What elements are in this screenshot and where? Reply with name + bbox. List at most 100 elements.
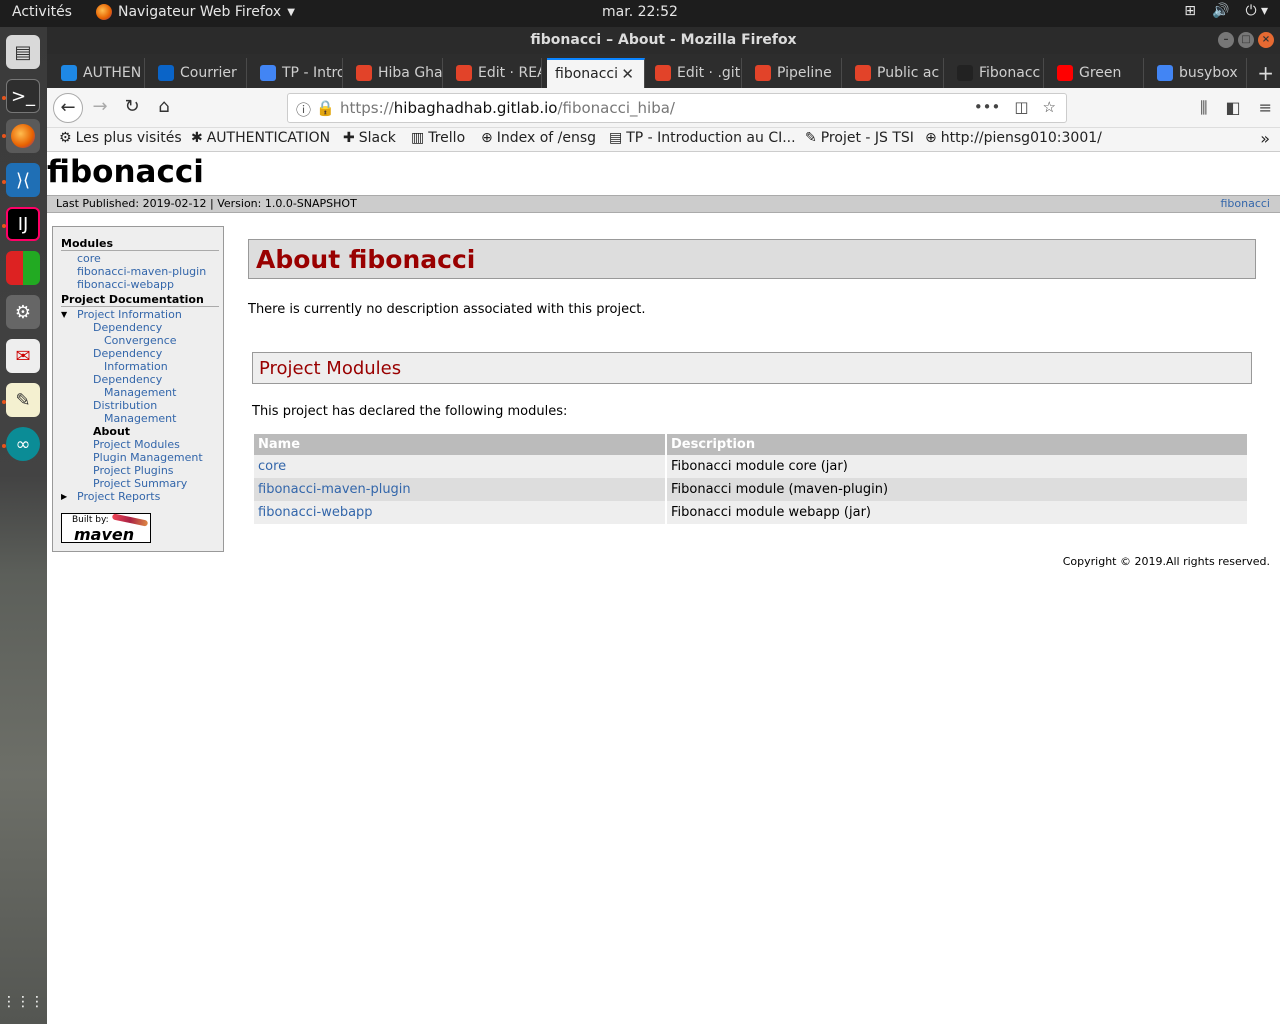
info-icon[interactable]: ⓘ — [296, 99, 311, 120]
bookmark-8[interactable]: ⊕ http://piensg010:3001/ — [925, 130, 1102, 146]
bookmark-4[interactable]: ▥ Trello — [411, 130, 465, 146]
tab-11[interactable]: Green — [1049, 58, 1144, 88]
module-link[interactable]: core — [254, 455, 665, 478]
close-tab-icon[interactable]: ✕ — [621, 65, 634, 83]
built-by-maven-logo[interactable]: Built by: maven — [61, 513, 151, 544]
apps-grid-icon[interactable]: ⋮⋮⋮ — [2, 985, 44, 1019]
module-description: Fibonacci module (maven-plugin) — [667, 478, 1247, 501]
nav-item[interactable]: Dependency — [93, 373, 162, 386]
bookmark-label: Les plus visités — [75, 130, 182, 146]
new-tab-button[interactable]: + — [1257, 61, 1274, 85]
nav-item[interactable]: Management — [104, 386, 176, 399]
nav-item: About — [93, 425, 131, 438]
page-actions-icon[interactable]: ••• — [974, 98, 1001, 116]
bookmark-6[interactable]: ▤ TP - Introduction au CI... — [609, 130, 796, 146]
left-navigation: Modules core fibonacci-maven-plugin fibona… — [52, 226, 224, 552]
nav-module-fibonacci-maven-plugin[interactable]: fibonacci-maven-plugin — [77, 265, 206, 278]
url-bar[interactable]: ⓘ 🔒 https://hibaghadhab.gitlab.io/fibona… — [287, 93, 1067, 123]
tab-label: Courrier — [180, 65, 237, 81]
tab-8[interactable]: Pipeline — [747, 58, 842, 88]
pocket-icon[interactable]: ◫ — [1014, 98, 1028, 116]
intellij-icon[interactable]: IJ — [6, 207, 40, 241]
nav-item[interactable]: Dependency — [93, 321, 162, 334]
close-icon[interactable]: × — [1258, 32, 1274, 48]
tab-10[interactable]: Fibonacc — [949, 58, 1044, 88]
publish-bar: Last Published: 2019-02-12 | Version: 1.… — [47, 195, 1280, 213]
menu-icon[interactable]: ≡ — [1259, 98, 1272, 118]
text-editor-icon[interactable]: ✎ — [6, 383, 40, 417]
terminal-icon[interactable]: >_ — [6, 79, 40, 113]
nav-project-reports[interactable]: Project Reports — [77, 490, 160, 503]
chevron-right-icon[interactable]: » — [1260, 129, 1270, 148]
expanded-triangle-icon[interactable]: ▼ — [61, 310, 67, 319]
vscode-icon[interactable]: ⟩⟨ — [6, 163, 40, 197]
tab-label: busybox — [1179, 65, 1238, 81]
bookmark-label: Index of /ensg — [496, 130, 597, 146]
nav-item[interactable]: Project Modules — [93, 438, 180, 451]
app-menu[interactable]: Navigateur Web Firefox ▼ — [96, 4, 295, 20]
firefox-dock-icon[interactable] — [6, 119, 40, 153]
nav-item[interactable]: Project Plugins — [93, 464, 174, 477]
nav-item[interactable]: Distribution — [93, 399, 157, 412]
docs-icon — [260, 65, 276, 81]
tab-7[interactable]: Edit · .git — [647, 58, 742, 88]
tab-label: Fibonacc — [979, 65, 1041, 81]
last-published: Last Published: 2019-02-12 | Version: 1.… — [56, 197, 357, 210]
sidebar-icon[interactable]: ◧ — [1225, 98, 1240, 118]
app-icon[interactable] — [6, 251, 40, 285]
bookmarks-toolbar: ⚙ Les plus visités ✱ AUTHENTICATION ✚ Slack ▥ T… — [47, 128, 1280, 152]
mail-icon[interactable]: ✉ — [6, 339, 40, 373]
reload-button[interactable]: ↻ — [119, 96, 145, 120]
slack-icon: ✚ — [343, 130, 355, 146]
column-header-name: Name — [254, 434, 665, 455]
youtube-icon — [1057, 65, 1073, 81]
nav-item[interactable]: Management — [104, 412, 176, 425]
bookmark-7[interactable]: ✎ Projet - JS TSI — [805, 130, 914, 146]
module-link[interactable]: fibonacci-maven-plugin — [254, 478, 665, 501]
bookmark-3[interactable]: ✚ Slack — [343, 130, 396, 146]
bookmark-1[interactable]: ⚙ Les plus visités — [59, 130, 182, 146]
modules-intro: This project has declared the following … — [252, 404, 568, 419]
nav-item[interactable]: Project Summary — [93, 477, 187, 490]
tab-label: fibonacci — [555, 66, 619, 82]
nav-module-fibonacci-webapp[interactable]: fibonacci-webapp — [77, 278, 174, 291]
nav-module-core[interactable]: core — [77, 252, 101, 265]
forward-button[interactable]: → — [87, 96, 113, 120]
tab-6[interactable]: fibonacci ✕ — [547, 58, 645, 88]
minimize-icon[interactable]: – — [1218, 32, 1234, 48]
window-title: fibonacci – About - Mozilla Firefox — [530, 32, 797, 48]
tab-1[interactable]: AUTHEN — [53, 58, 145, 88]
window-titlebar: fibonacci – About - Mozilla Firefox – □ … — [47, 27, 1280, 54]
tab-12[interactable]: busybox — [1149, 58, 1247, 88]
bookmark-star-icon[interactable]: ☆ — [1043, 98, 1056, 116]
tab-3[interactable]: TP - Intro — [252, 58, 343, 88]
nav-item[interactable]: Information — [104, 360, 168, 373]
module-link[interactable]: fibonacci-webapp — [254, 501, 665, 524]
nav-item[interactable]: Dependency — [93, 347, 162, 360]
tab-4[interactable]: Hiba Gha — [348, 58, 443, 88]
tab-2[interactable]: Courrier — [150, 58, 247, 88]
tab-label: Edit · .git — [677, 65, 741, 81]
gitlab-icon — [655, 65, 671, 81]
nav-item[interactable]: Plugin Management — [93, 451, 203, 464]
home-button[interactable]: ⌂ — [151, 96, 177, 120]
tab-5[interactable]: Edit · REA — [448, 58, 542, 88]
bookmark-label: http://piensg010:3001/ — [940, 130, 1102, 146]
settings-icon[interactable]: ⚙ — [6, 295, 40, 329]
activities-button[interactable]: Activités — [12, 4, 72, 20]
library-icon[interactable]: ⫼ — [1200, 98, 1207, 118]
maximize-icon[interactable]: □ — [1238, 32, 1254, 48]
arduino-icon[interactable]: ∞ — [6, 427, 40, 461]
gitlab-icon — [855, 65, 871, 81]
tab-9[interactable]: Public ac — [847, 58, 944, 88]
nav-item[interactable]: Convergence — [104, 334, 177, 347]
breadcrumb-link[interactable]: fibonacci — [1220, 197, 1270, 210]
nav-project-information[interactable]: Project Information — [77, 308, 182, 321]
system-tray[interactable]: ⊞ 🔊 ⏻ ▾ — [1184, 3, 1268, 19]
bookmark-2[interactable]: ✱ AUTHENTICATION — [191, 130, 330, 146]
back-button[interactable]: ← — [53, 93, 83, 123]
copyright: Copyright © 2019.All rights reserved. — [1062, 555, 1270, 568]
files-icon[interactable]: ▤ — [6, 35, 40, 69]
bookmark-5[interactable]: ⊕ Index of /ensg — [481, 130, 596, 146]
collapsed-triangle-icon[interactable]: ▶ — [61, 492, 67, 501]
